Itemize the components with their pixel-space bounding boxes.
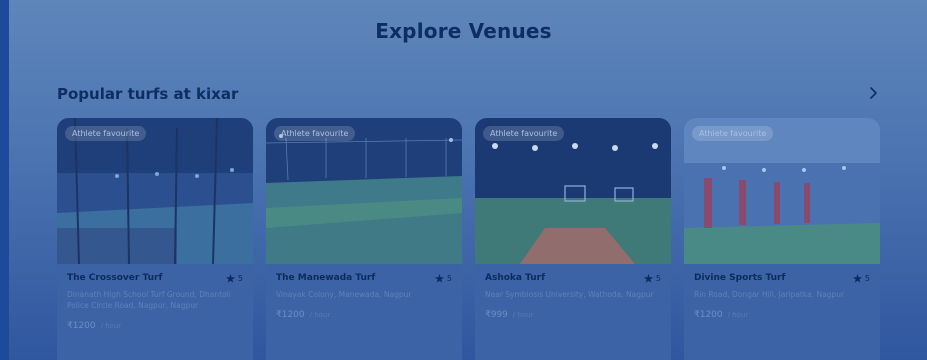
rating-value: 5	[446, 273, 452, 283]
athlete-favourite-badge: Athlete favourite	[274, 126, 356, 141]
venue-address: Near Symbiosis University, Wathoda, Nagp…	[485, 290, 654, 299]
rating: 5	[643, 273, 661, 283]
athlete-favourite-badge: Athlete favourite	[692, 126, 774, 141]
star-icon	[434, 273, 444, 283]
venue-card[interactable]: Athlete favourite The Manewada Turf 5 Vi…	[266, 118, 462, 360]
venue-image: Athlete favourite	[684, 118, 880, 264]
athlete-favourite-badge: Athlete favourite	[483, 126, 565, 141]
rating-value: 5	[655, 273, 661, 283]
price-unit: / hour	[512, 311, 534, 319]
rating-value: 5	[864, 273, 870, 283]
rating-value: 5	[237, 273, 243, 283]
venue-image: Athlete favourite	[266, 118, 462, 264]
venue-address: Vinayak Colony, Manewada, Nagpur	[276, 290, 412, 299]
venue-name[interactable]: The Crossover Turf	[67, 273, 162, 283]
venue-name[interactable]: The Manewada Turf	[276, 273, 375, 283]
venue-price: ₹1200	[694, 310, 723, 320]
venue-address: Dinanath High School Turf Ground, Dhanto…	[67, 290, 231, 310]
venue-name[interactable]: Ashoka Turf	[485, 273, 545, 283]
venue-carousel: Athlete favourite The Crossover Turf 5 D…	[57, 118, 880, 360]
section-title: Popular turfs at kixar	[57, 85, 239, 103]
venue-card[interactable]: Athlete favourite The Crossover Turf 5 D…	[57, 118, 253, 360]
price-unit: / hour	[100, 322, 122, 330]
rating: 5	[225, 273, 243, 283]
price-unit: / hour	[727, 311, 749, 319]
venue-name[interactable]: Divine Sports Turf	[694, 273, 785, 283]
price-unit: / hour	[309, 311, 331, 319]
left-edge-strip	[0, 0, 9, 360]
chevron-right-icon[interactable]	[864, 84, 882, 102]
venue-price: ₹1200	[276, 310, 305, 320]
venue-price: ₹1200	[67, 321, 96, 331]
page-heading: Explore Venues	[375, 19, 552, 43]
venue-address: Rin Road, Dongar Hill, Jaripatka, Nagpur	[694, 290, 845, 299]
venue-image: Athlete favourite	[57, 118, 253, 264]
venue-card[interactable]: Athlete favourite Ashoka Turf 5 Near Sym…	[475, 118, 671, 360]
star-icon	[225, 273, 235, 283]
rating: 5	[852, 273, 870, 283]
rating: 5	[434, 273, 452, 283]
star-icon	[852, 273, 862, 283]
venue-price: ₹999	[485, 310, 508, 320]
star-icon	[643, 273, 653, 283]
athlete-favourite-badge: Athlete favourite	[65, 126, 147, 141]
venue-card[interactable]: Athlete favourite Divine Sports Turf 5 R…	[684, 118, 880, 360]
venue-image: Athlete favourite	[475, 118, 671, 264]
